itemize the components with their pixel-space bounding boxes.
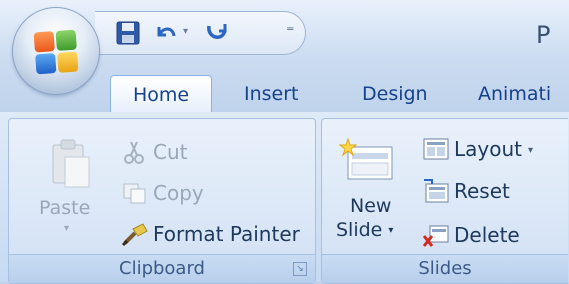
delete-button[interactable]: Delete [422,218,542,252]
layout-dropdown-icon: ▾ [528,144,534,156]
delete-label: Delete [454,223,520,247]
reset-label: Reset [454,179,510,203]
redo-icon[interactable] [201,18,231,48]
new-slide-label-text: Slide [336,219,383,241]
cut-button[interactable]: Cut [121,135,241,169]
format-painter-label: Format Painter [153,222,300,246]
slides-group: New Slide ▾ Layout ▾ Reset Delete Slides [321,118,568,284]
format-painter-icon [121,223,148,247]
new-slide-dropdown-icon: ▾ [388,225,394,236]
new-slide-icon [338,137,393,180]
copy-label: Copy [153,181,204,205]
layout-icon [423,138,449,160]
clipboard-label-text: Clipboard [119,258,205,279]
format-painter-button[interactable]: Format Painter [121,217,316,251]
clipboard-group: Paste ▾ Cut Copy Format Painter Clipboar… [8,118,316,284]
clipboard-group-label: Clipboard [9,254,315,283]
paste-icon [52,139,90,188]
office-button[interactable] [13,8,99,94]
customize-qat-icon[interactable]: ⁼ [286,22,294,41]
reset-icon [424,179,449,203]
layout-label: Layout ▾ [454,132,533,168]
clipboard-dialog-launcher-icon[interactable]: ↘ [293,262,307,276]
layout-label-text: Layout [454,137,522,161]
copy-icon [123,183,146,204]
delete-slide-icon [422,225,449,247]
slides-group-label: Slides [322,254,568,283]
tab-animations[interactable]: Animati [478,75,551,113]
ribbon: Paste ▾ Cut Copy Format Painter Clipboar… [0,112,569,284]
new-slide-label-line1: New [350,195,392,217]
app-title: P [536,21,551,49]
tab-design[interactable]: Design [362,75,428,113]
tab-insert[interactable]: Insert [244,75,299,113]
office-logo-icon [33,29,79,75]
undo-icon[interactable] [151,18,181,48]
new-slide-label-line2: Slide ▾ [336,219,393,241]
slides-label-text: Slides [418,258,472,279]
copy-button[interactable]: Copy [121,176,241,210]
quick-access-toolbar: ▾ [95,11,306,55]
paste-dropdown-icon: ▾ [64,223,70,234]
undo-dropdown-icon[interactable]: ▾ [183,26,188,37]
reset-button[interactable]: Reset [422,174,532,208]
layout-button[interactable]: Layout ▾ [422,132,562,166]
save-icon[interactable] [113,18,143,48]
tab-home[interactable]: Home [110,75,212,114]
scissors-icon [124,141,144,164]
paste-label: Paste [39,197,91,219]
cut-label: Cut [153,140,188,164]
